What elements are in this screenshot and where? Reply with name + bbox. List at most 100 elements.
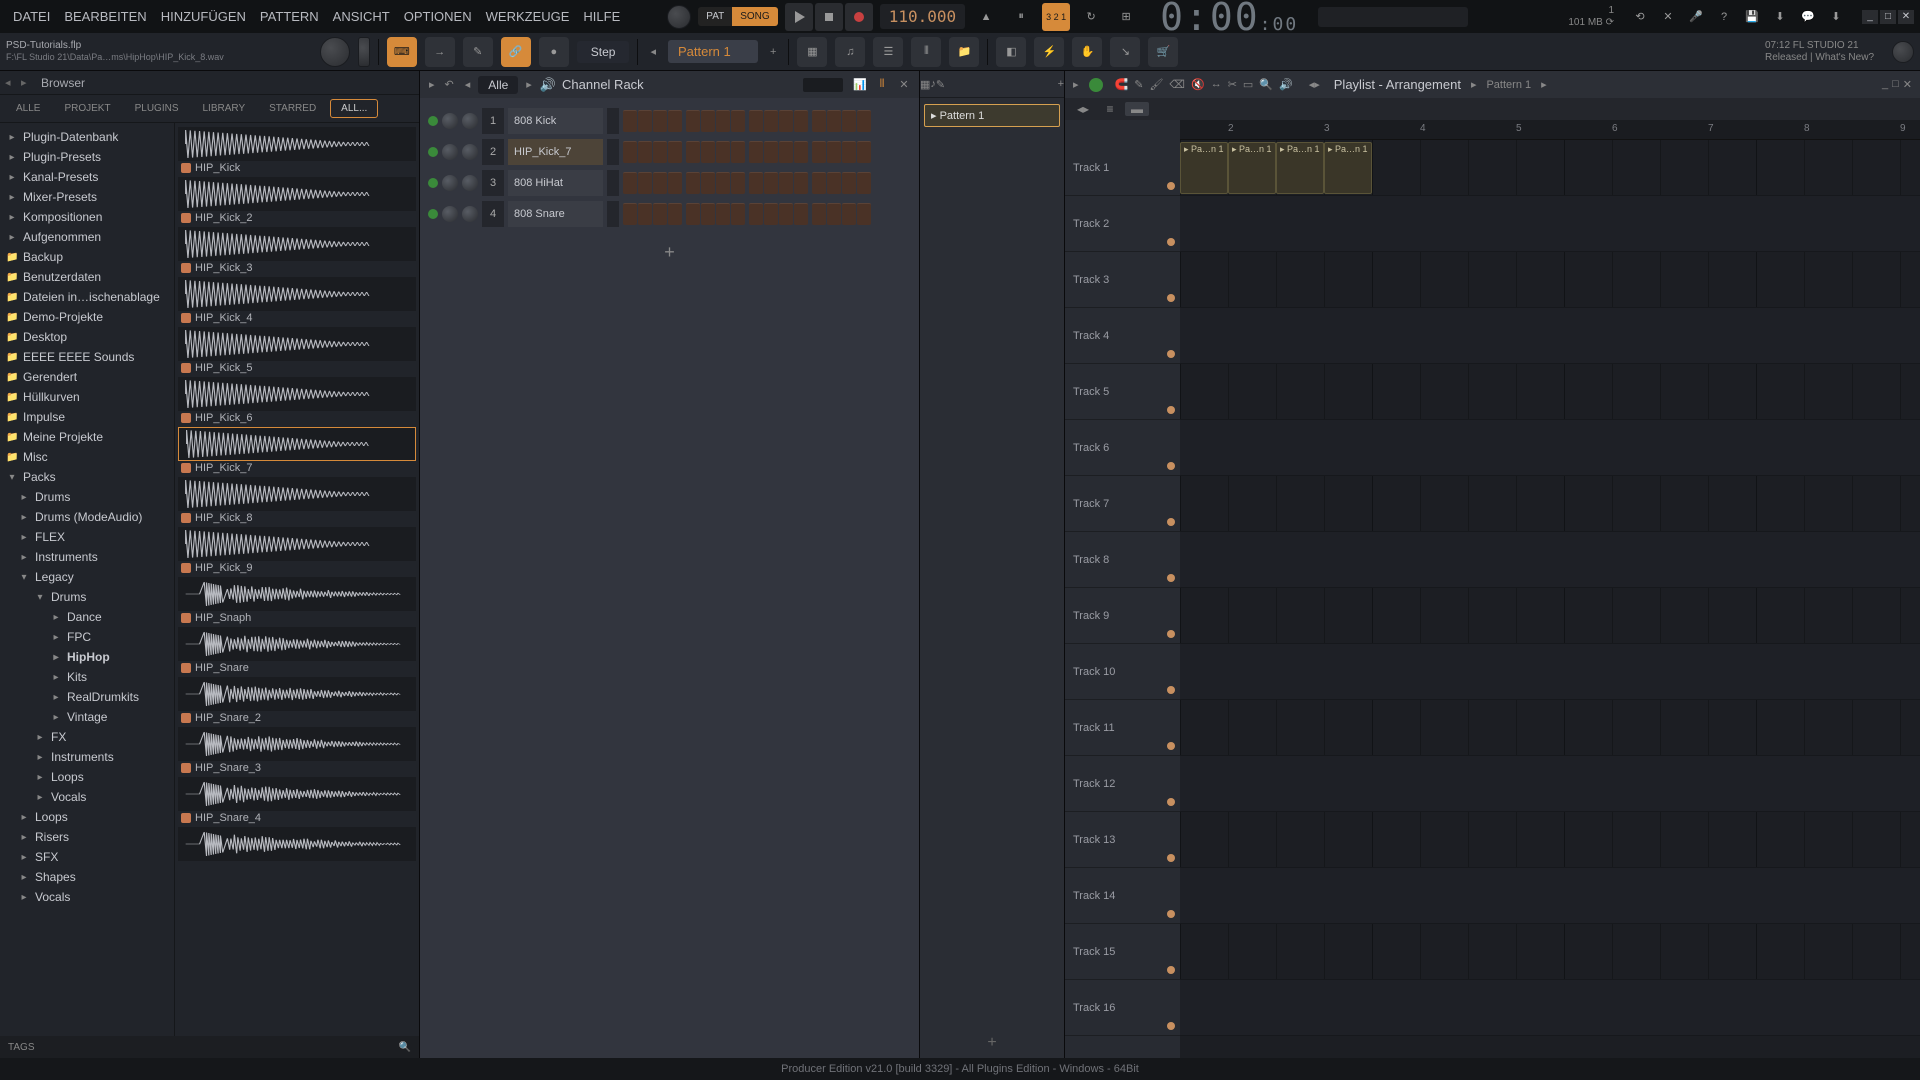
sample-file[interactable]: HIP_Kick_7 [178, 427, 416, 475]
snap-selector[interactable]: Step [577, 41, 630, 63]
step-button[interactable] [764, 110, 778, 132]
step-button[interactable] [716, 203, 730, 225]
track-header[interactable]: Track 16 [1065, 980, 1180, 1036]
step-button[interactable] [638, 172, 652, 194]
tree-item[interactable]: ▸RealDrumkits [0, 687, 174, 707]
tree-item[interactable]: ▸SFX [0, 847, 174, 867]
pl-marker-icon[interactable]: ◂▸ [1305, 78, 1324, 91]
touch-icon[interactable]: ✋ [1072, 37, 1102, 67]
channel-select[interactable] [607, 139, 619, 165]
tree-item[interactable]: ▸Loops [0, 807, 174, 827]
picker-pattern-icon[interactable]: ▦ [920, 78, 930, 91]
channel-select[interactable] [607, 201, 619, 227]
track-header[interactable]: Track 12 [1065, 756, 1180, 812]
tree-item[interactable]: ▸Kits [0, 667, 174, 687]
channel-rack-view-icon[interactable]: ☰ [873, 37, 903, 67]
tree-item[interactable]: ▸Shapes [0, 867, 174, 887]
pl-minimize-icon[interactable]: _ [1882, 78, 1888, 91]
playlist-track-lane[interactable] [1180, 812, 1920, 868]
playlist-track-lane[interactable] [1180, 308, 1920, 364]
tree-item[interactable]: ▸FPC [0, 627, 174, 647]
track-header[interactable]: Track 8 [1065, 532, 1180, 588]
link-icon[interactable]: ✎ [463, 37, 493, 67]
step-button[interactable] [794, 141, 808, 163]
step-button[interactable] [857, 203, 871, 225]
playlist-view-icon[interactable]: ▦ [797, 37, 827, 67]
step-button[interactable] [623, 110, 637, 132]
step-button[interactable] [779, 203, 793, 225]
menu-item[interactable]: ANSICHT [326, 5, 397, 28]
track-header[interactable]: Track 6 [1065, 420, 1180, 476]
step-button[interactable] [668, 172, 682, 194]
tree-item[interactable]: ▸Instruments [0, 747, 174, 767]
chrack-undo-icon[interactable]: ↶ [442, 78, 457, 91]
step-button[interactable] [812, 172, 826, 194]
playlist-crumb[interactable]: Pattern 1 [1486, 79, 1531, 91]
track-header[interactable]: Track 2 [1065, 196, 1180, 252]
sample-file[interactable]: HIP_Kick [178, 127, 416, 175]
step-button[interactable] [638, 141, 652, 163]
step-button[interactable] [638, 110, 652, 132]
tree-item[interactable]: 📁Dateien in…ischenablage [0, 287, 174, 307]
chrack-graph-icon[interactable]: 📊 [851, 78, 869, 91]
tree-item[interactable]: ▸Plugin-Presets [0, 147, 174, 167]
browser-tree[interactable]: ▸Plugin-Datenbank▸Plugin-Presets▸Kanal-P… [0, 123, 175, 1036]
channel-pan-knob[interactable] [442, 113, 458, 129]
browser-files[interactable]: HIP_KickHIP_Kick_2HIP_Kick_3HIP_Kick_4HI… [175, 123, 419, 1036]
add-channel-button[interactable]: + [428, 230, 911, 275]
playlist-track-lane[interactable] [1180, 924, 1920, 980]
pl-tool-pencil-icon[interactable]: ✎ [1132, 78, 1145, 91]
record-button[interactable] [845, 3, 873, 31]
tree-item[interactable]: 📁Gerendert [0, 367, 174, 387]
step-button[interactable] [764, 172, 778, 194]
channel-filter[interactable]: Alle [478, 76, 518, 94]
step-button[interactable] [857, 172, 871, 194]
help-icon[interactable]: ? [1710, 3, 1738, 31]
playlist-track-lane[interactable] [1180, 868, 1920, 924]
channel-select[interactable] [607, 170, 619, 196]
browser-tab[interactable]: PLUGINS [125, 100, 189, 117]
tree-item[interactable]: ▸Vintage [0, 707, 174, 727]
pl-tool-delete-icon[interactable]: ⌫ [1167, 78, 1187, 91]
track-header[interactable]: Track 11 [1065, 700, 1180, 756]
step-button[interactable] [653, 203, 667, 225]
tree-item[interactable]: ▸Kanal-Presets [0, 167, 174, 187]
metronome-icon[interactable]: ▲ [972, 3, 1000, 31]
pl-tool-play-icon[interactable]: 🔊 [1277, 78, 1295, 91]
typing-keyboard-icon[interactable]: ⌨ [387, 37, 417, 67]
playlist-track-lane[interactable] [1180, 588, 1920, 644]
tree-item[interactable]: ▸Risers [0, 827, 174, 847]
tree-item[interactable]: 📁Misc [0, 447, 174, 467]
step-button[interactable] [842, 110, 856, 132]
swing-slider[interactable] [803, 78, 843, 92]
pat-mode[interactable]: PAT [698, 7, 732, 26]
tree-item[interactable]: ▸Aufgenommen [0, 227, 174, 247]
picker-add-icon[interactable]: + [1058, 78, 1064, 90]
playlist-track-lane[interactable] [1180, 532, 1920, 588]
pl-tool-select-icon[interactable]: ▭ [1241, 78, 1255, 91]
step-button[interactable] [812, 203, 826, 225]
pl-mode2-icon[interactable]: ≡ [1098, 102, 1122, 116]
tree-item[interactable]: 📁Impulse [0, 407, 174, 427]
step-button[interactable] [731, 141, 745, 163]
tree-item[interactable]: 📁Benutzerdaten [0, 267, 174, 287]
tree-item[interactable]: ▸Plugin-Datenbank [0, 127, 174, 147]
tree-item[interactable]: 📁Hüllkurven [0, 387, 174, 407]
step-button[interactable] [779, 141, 793, 163]
channel-name-button[interactable]: 808 HiHat [508, 170, 603, 196]
browser-tab[interactable]: PROJEKT [54, 100, 120, 117]
step-button[interactable] [857, 110, 871, 132]
link-remote-icon[interactable]: 🔗 [501, 37, 531, 67]
tree-item[interactable]: 📁Backup [0, 247, 174, 267]
live-mode-icon[interactable]: ● [539, 37, 569, 67]
pl-tool-zoom-icon[interactable]: 🔍 [1257, 78, 1275, 91]
sample-file[interactable]: HIP_Kick_3 [178, 227, 416, 275]
playlist-track-lane[interactable] [1180, 420, 1920, 476]
save-icon[interactable]: 💾 [1738, 3, 1766, 31]
step-button[interactable] [842, 203, 856, 225]
news-panel[interactable]: 07:12 FL STUDIO 21 Released | What's New… [1765, 40, 1884, 64]
channel-vol-knob[interactable] [462, 175, 478, 191]
sample-file[interactable]: HIP_Kick_9 [178, 527, 416, 575]
step-button[interactable] [686, 110, 700, 132]
track-header[interactable]: Track 15 [1065, 924, 1180, 980]
